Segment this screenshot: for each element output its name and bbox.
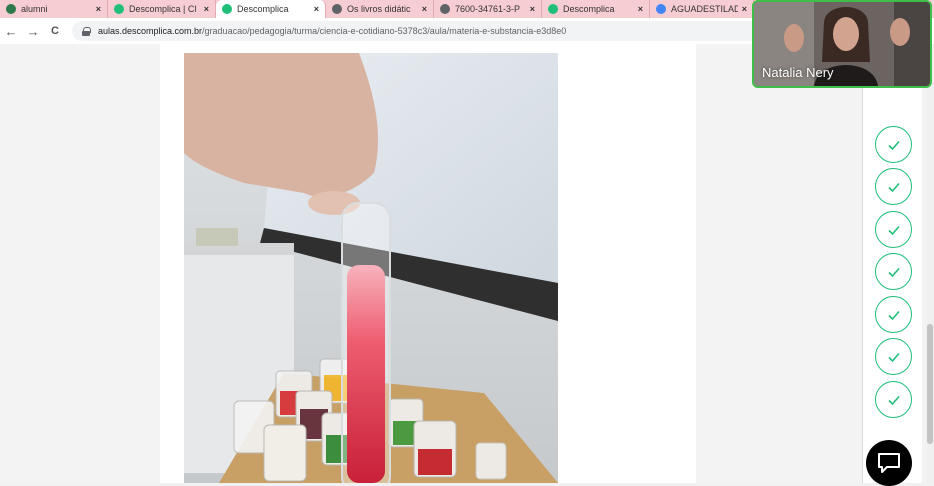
lesson-photo [184,53,558,483]
completed-check-icon[interactable] [875,296,912,333]
participant-name: Natalia Nery [762,65,834,80]
tab-title: Descomplica [563,4,615,14]
google-icon [656,4,666,14]
completed-check-icon[interactable] [875,211,912,248]
descomplica-favicon-icon [114,4,124,14]
tab-title: Descomplica [237,4,289,14]
completed-check-icon[interactable] [875,381,912,418]
tab-title: 7600-34761-3-P [455,4,521,14]
tab-descomplica-active[interactable]: Descomplica × [216,0,326,18]
completed-check-icon[interactable] [875,253,912,290]
tab-descomplica-2[interactable]: Descomplica × [542,0,650,18]
completed-check-icon[interactable] [875,168,912,205]
tab-pdf[interactable]: 7600-34761-3-P × [434,0,542,18]
globe-icon [332,4,342,14]
close-icon[interactable]: × [638,4,643,14]
descomplica-favicon-icon [548,4,558,14]
close-icon[interactable]: × [422,4,427,14]
completed-check-icon[interactable] [875,126,912,163]
tab-title: Os livros didátic [347,4,411,14]
alumni-favicon-icon [6,4,16,14]
url-bar[interactable]: aulas.descomplica.com.br/graduacao/pedag… [72,21,762,41]
tab-google-agua-destilada[interactable]: AGUADESTILAD × [650,0,754,18]
forward-button[interactable]: → [22,24,44,39]
descomplica-favicon-icon [222,4,232,14]
close-icon[interactable]: × [530,4,535,14]
back-button[interactable]: ← [0,24,22,39]
lock-icon [82,26,91,36]
video-call-window[interactable]: Natalia Nery [752,0,932,88]
tab-descomplica-cl[interactable]: Descomplica | Cl × [108,0,216,18]
tab-title: AGUADESTILAD [671,4,738,14]
reload-button[interactable]: C [44,25,66,37]
chat-button[interactable] [866,440,912,486]
page-scrollbar[interactable] [926,44,934,483]
url-path: /graduacao/pedagogia/turma/ciencia-e-cot… [202,26,567,36]
chat-bubble-icon [878,453,900,473]
close-icon[interactable]: × [204,4,209,14]
close-icon[interactable]: × [742,4,747,14]
close-icon[interactable]: × [96,4,101,14]
tab-title: Descomplica | Cl [129,4,197,14]
tab-title: alumni [21,4,48,14]
completed-check-icon[interactable] [875,338,912,375]
globe-icon [440,4,450,14]
scrollbar-thumb[interactable] [927,324,933,444]
url-host: aulas.descomplica.com.br [98,26,203,36]
tab-livros-didaticos[interactable]: Os livros didátic × [326,0,434,18]
tab-alumni[interactable]: alumni × [0,0,108,18]
close-icon[interactable]: × [314,4,319,14]
